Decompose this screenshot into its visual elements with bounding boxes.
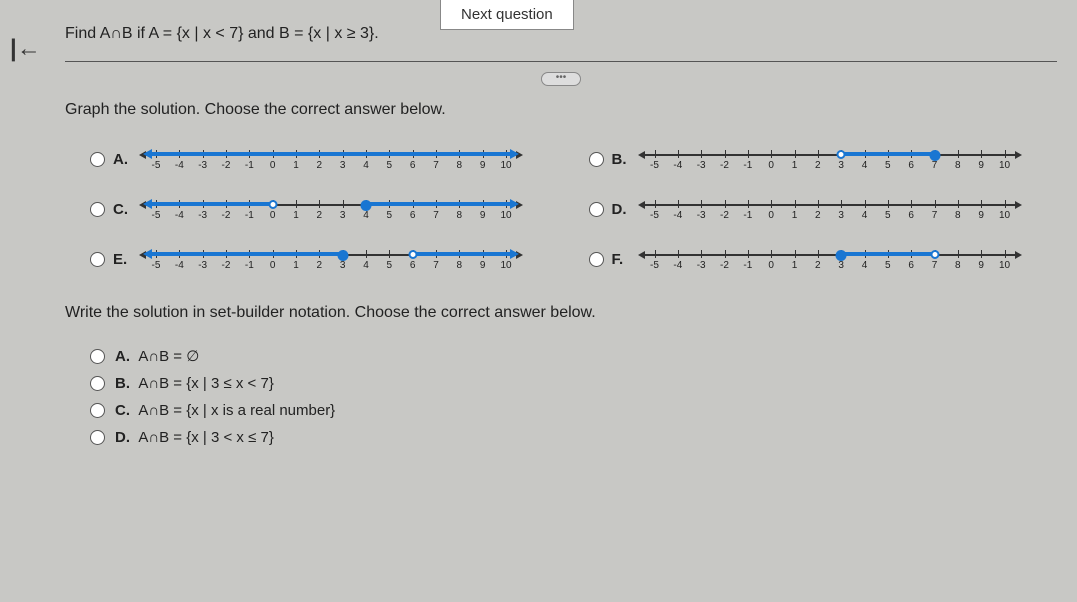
label-c: C. (113, 201, 133, 218)
numberline-d: -5-4-3-2-1012345678910 (640, 194, 1020, 224)
set-label-b: B. A∩B = {x | 3 ≤ x < 7} (115, 375, 274, 392)
divider (65, 61, 1057, 62)
set-radio-d[interactable] (90, 430, 105, 445)
radio-b[interactable] (589, 152, 604, 167)
expand-button[interactable]: ••• (541, 72, 581, 86)
radio-f[interactable] (589, 252, 604, 267)
numberline-e: -5-4-3-2-1012345678910 (141, 244, 521, 274)
label-a: A. (113, 151, 133, 168)
set-radio-c[interactable] (90, 403, 105, 418)
set-radio-a[interactable] (90, 349, 105, 364)
graph-option-e[interactable]: E. -5-4-3-2-1012345678910 (90, 244, 559, 274)
set-option-c[interactable]: C. A∩B = {x | x is a real number} (90, 402, 1057, 419)
label-b: B. (612, 151, 632, 168)
content-area: Find A∩B if A = {x | x < 7} and B = {x |… (65, 25, 1057, 456)
numberline-f: -5-4-3-2-1012345678910 (640, 244, 1020, 274)
set-label-c: C. A∩B = {x | x is a real number} (115, 402, 335, 419)
graph-option-b[interactable]: B. -5-4-3-2-1012345678910 (589, 144, 1058, 174)
set-option-a[interactable]: A. A∩B = ∅ (90, 347, 1057, 365)
set-option-d[interactable]: D. A∩B = {x | 3 < x ≤ 7} (90, 429, 1057, 446)
set-instruction: Write the solution in set-builder notati… (65, 304, 1057, 322)
graph-options: A. -5-4-3-2-1012345678910 B. -5-4-3-2-10… (90, 144, 1057, 274)
graph-option-d[interactable]: D. -5-4-3-2-1012345678910 (589, 194, 1058, 224)
label-f: F. (612, 251, 632, 268)
set-option-b[interactable]: B. A∩B = {x | 3 ≤ x < 7} (90, 375, 1057, 392)
radio-e[interactable] (90, 252, 105, 267)
numberline-a: -5-4-3-2-1012345678910 (141, 144, 521, 174)
numberline-b: -5-4-3-2-1012345678910 (640, 144, 1020, 174)
set-radio-b[interactable] (90, 376, 105, 391)
label-e: E. (113, 251, 133, 268)
numberline-c: -5-4-3-2-1012345678910 (141, 194, 521, 224)
question-text: Find A∩B if A = {x | x < 7} and B = {x |… (65, 25, 1057, 43)
radio-c[interactable] (90, 202, 105, 217)
graph-instruction: Graph the solution. Choose the correct a… (65, 101, 1057, 119)
radio-a[interactable] (90, 152, 105, 167)
set-label-a: A. A∩B = ∅ (115, 347, 199, 365)
collapse-icon[interactable]: |← (10, 35, 41, 63)
label-d: D. (612, 201, 632, 218)
set-options: A. A∩B = ∅ B. A∩B = {x | 3 ≤ x < 7} C. A… (90, 347, 1057, 446)
graph-option-c[interactable]: C. -5-4-3-2-1012345678910 (90, 194, 559, 224)
set-label-d: D. A∩B = {x | 3 < x ≤ 7} (115, 429, 274, 446)
graph-option-a[interactable]: A. -5-4-3-2-1012345678910 (90, 144, 559, 174)
radio-d[interactable] (589, 202, 604, 217)
graph-option-f[interactable]: F. -5-4-3-2-1012345678910 (589, 244, 1058, 274)
